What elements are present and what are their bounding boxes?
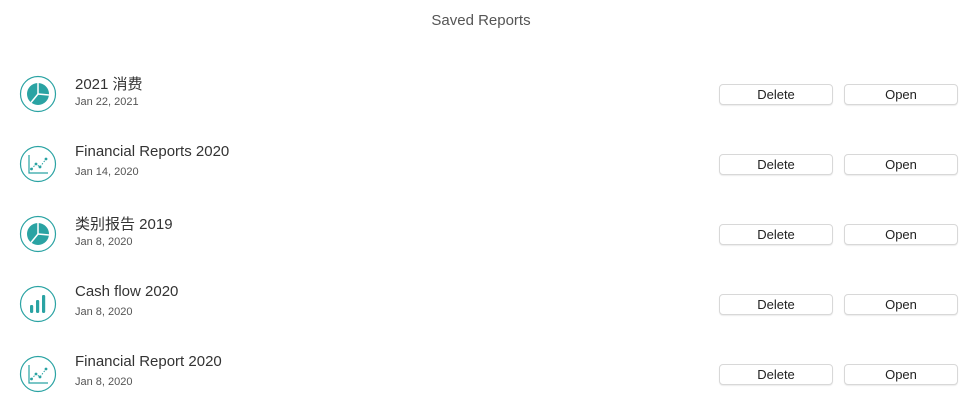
report-date: Jan 22, 2021	[75, 96, 139, 108]
delete-button[interactable]: Delete	[719, 294, 833, 315]
reports-list: 2021 消费 Jan 22, 2021 Delete Open Financi…	[0, 60, 962, 405]
pie-chart-icon	[19, 75, 57, 113]
report-row[interactable]: Cash flow 2020 Jan 8, 2020 Delete Open	[0, 270, 962, 340]
report-name: 类别报告 2019	[75, 216, 173, 233]
report-name: Cash flow 2020	[75, 283, 179, 300]
report-row[interactable]: 类别报告 2019 Jan 8, 2020 Delete Open	[0, 200, 962, 270]
open-button[interactable]: Open	[844, 294, 958, 315]
report-name: 2021 消费	[75, 76, 143, 93]
delete-button[interactable]: Delete	[719, 364, 833, 385]
line-chart-icon	[19, 355, 57, 393]
report-date: Jan 8, 2020	[75, 376, 133, 388]
open-button[interactable]: Open	[844, 364, 958, 385]
line-chart-icon	[19, 145, 57, 183]
report-date: Jan 14, 2020	[75, 166, 139, 178]
open-button[interactable]: Open	[844, 84, 958, 105]
report-row[interactable]: Financial Reports 2020 Jan 14, 2020 Dele…	[0, 130, 962, 200]
report-name: Financial Report 2020	[75, 353, 222, 370]
delete-button[interactable]: Delete	[719, 224, 833, 245]
delete-button[interactable]: Delete	[719, 84, 833, 105]
open-button[interactable]: Open	[844, 224, 958, 245]
report-date: Jan 8, 2020	[75, 236, 133, 248]
window-title: Saved Reports	[431, 12, 531, 29]
open-button[interactable]: Open	[844, 154, 958, 175]
pie-chart-icon	[19, 215, 57, 253]
report-row[interactable]: 2021 消费 Jan 22, 2021 Delete Open	[0, 60, 962, 130]
report-row[interactable]: Financial Report 2020 Jan 8, 2020 Delete…	[0, 340, 962, 405]
delete-button[interactable]: Delete	[719, 154, 833, 175]
bar-chart-icon	[19, 285, 57, 323]
report-date: Jan 8, 2020	[75, 306, 133, 318]
saved-reports-window: Saved Reports 2021 消费 Jan 22, 2021 Delet…	[0, 0, 962, 405]
report-name: Financial Reports 2020	[75, 143, 230, 160]
